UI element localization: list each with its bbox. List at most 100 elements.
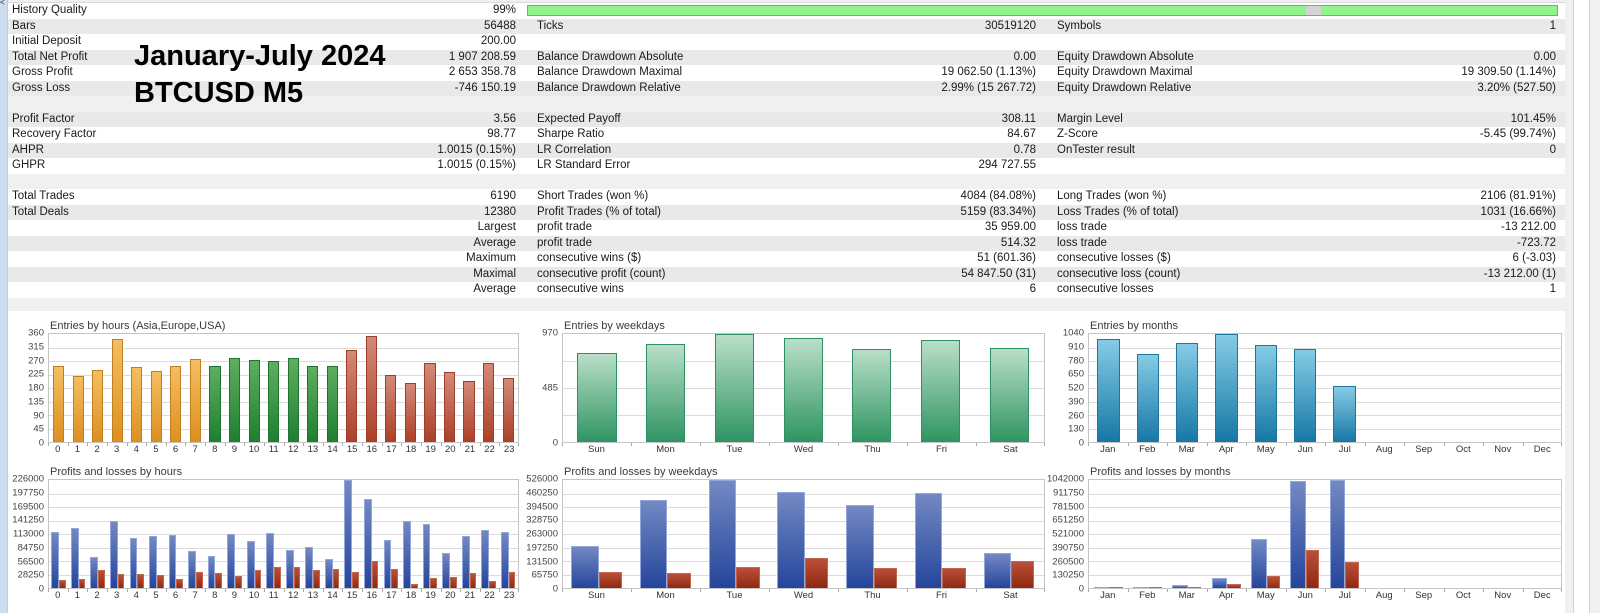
table-row: AHPR1.0015 (0.15%)LR Correlation0.78OnTe…	[8, 143, 1565, 159]
y-tick-label: 780	[1068, 355, 1084, 366]
bar-entries-Jun	[1294, 349, 1316, 442]
panel-collapse-strip[interactable]: <	[0, 0, 8, 613]
charts-row-pnl: Profits and losses by hours 226000197750…	[8, 457, 1565, 603]
table-cell: LR Correlation0.78	[522, 143, 1042, 159]
x-label: Jul	[1325, 443, 1365, 457]
x-label: Feb	[1128, 589, 1168, 603]
x-label: Thu	[838, 443, 907, 457]
chart-entries-by-months: Entries by months 1040910780650520390260…	[1048, 317, 1565, 457]
x-label: 2	[87, 443, 107, 457]
table-cell: Sharpe Ratio84.67	[522, 127, 1042, 143]
stat-value: -13 212.00	[1107, 220, 1565, 236]
bar-loss-22	[489, 581, 496, 588]
y-tick-label: 28250	[18, 570, 44, 581]
x-label: Jan	[1088, 443, 1128, 457]
bar-entries-5	[151, 371, 162, 442]
x-tick	[323, 589, 324, 592]
vertical-scrollbar[interactable]	[1573, 0, 1590, 613]
x-tick	[1246, 589, 1247, 592]
y-tick-label: 0	[1079, 584, 1084, 595]
x-axis-labels: SunMonTueWedThuFriSat	[562, 443, 1045, 457]
bar-loss-Thu	[874, 568, 897, 588]
y-tick-label: 45	[33, 424, 44, 435]
x-tick	[146, 443, 147, 446]
gridline	[1089, 534, 1561, 535]
x-label: 12	[284, 589, 304, 603]
x-tick	[1088, 443, 1089, 446]
x-tick	[1325, 443, 1326, 446]
bar-profit-17	[384, 540, 392, 588]
table-cell: Equity Drawdown Relative3.20% (527.50)	[1042, 81, 1565, 97]
bar-entries-15	[346, 350, 357, 442]
bar-loss-5	[157, 575, 164, 588]
x-label: Sun	[562, 589, 631, 603]
table-cell: Maximal	[8, 267, 522, 283]
chart-title: Entries by weekdays	[564, 317, 1048, 333]
y-tick-label: 650	[1068, 369, 1084, 380]
bar-entries-23	[503, 378, 514, 442]
x-tick	[1483, 589, 1484, 592]
bar-profit-10	[247, 541, 255, 588]
table-cell: Average	[8, 282, 522, 298]
bar-profit-Thu	[846, 505, 873, 588]
bar-loss-Feb	[1149, 587, 1162, 588]
bar-entries-Sun	[577, 353, 616, 442]
stat-label: Short Trades (won %)	[522, 189, 648, 205]
y-tick-label: 56500	[18, 556, 44, 567]
x-tick	[146, 589, 147, 592]
stat-value: 1.0015 (0.15%)	[45, 158, 522, 174]
bar-loss-4	[137, 574, 144, 588]
gridline	[1089, 402, 1561, 403]
y-tick-label: 225	[28, 369, 44, 380]
x-label: Sep	[1404, 589, 1444, 603]
table-cell: Equity Drawdown Maximal19 309.50 (1.14%)	[1042, 65, 1565, 81]
table-row: Profit Factor3.56Expected Payoff308.11Ma…	[8, 112, 1565, 128]
x-label: Dec	[1523, 589, 1563, 603]
x-tick	[382, 443, 383, 446]
bar-entries-Mon	[646, 344, 685, 442]
stat-value: Largest	[12, 220, 522, 236]
stat-label: profit trade	[522, 220, 592, 236]
bar-entries-19	[424, 363, 435, 443]
bar-profit-4	[130, 538, 138, 588]
plot-area	[1088, 479, 1562, 589]
stat-label: GHPR	[8, 158, 45, 174]
stat-value: 101.45%	[1123, 112, 1565, 128]
x-tick	[460, 443, 461, 446]
table-cell: Short Trades (won %)4084 (84.08%)	[522, 189, 1042, 205]
stat-value: 2106 (81.91%)	[1166, 189, 1565, 205]
bar-entries-12	[288, 358, 299, 442]
y-tick-label: 911750	[1053, 487, 1084, 498]
x-tick	[769, 589, 770, 592]
bar-profit-Fri	[915, 493, 942, 588]
x-label: Jul	[1325, 589, 1365, 603]
y-tick-label: 226000	[12, 474, 44, 485]
table-cell: consecutive losses1	[1042, 282, 1565, 298]
y-tick-label: 390750	[1052, 542, 1084, 553]
x-tick	[1444, 443, 1445, 446]
stat-value: 2.99% (15 267.72)	[681, 81, 1042, 97]
y-tick-label: 131500	[526, 556, 558, 567]
x-tick	[562, 589, 563, 592]
y-tick-label: 113000	[13, 529, 44, 540]
y-tick-label: 460250	[526, 487, 558, 498]
table-cell: Expected Payoff308.11	[522, 112, 1042, 128]
stat-label: LR Correlation	[522, 143, 611, 159]
x-tick	[700, 589, 701, 592]
x-label: 5	[146, 443, 166, 457]
stat-label: loss trade	[1042, 236, 1107, 252]
table-cell: OnTester result0	[1042, 143, 1565, 159]
x-tick	[1286, 443, 1287, 446]
x-tick	[1286, 589, 1287, 592]
x-tick	[562, 443, 563, 446]
stat-label: OnTester result	[1042, 143, 1135, 159]
bar-profit-8	[208, 556, 216, 588]
x-tick	[1167, 589, 1168, 592]
bar-profit-Tue	[709, 480, 736, 588]
stat-label: Balance Drawdown Relative	[522, 81, 681, 97]
bar-profit-20	[442, 553, 450, 588]
gridline	[49, 521, 518, 522]
x-tick	[205, 589, 206, 592]
x-axis-labels: JanFebMarAprMayJunJulAugSepOctNovDec	[1088, 443, 1562, 457]
x-label: Wed	[769, 589, 838, 603]
